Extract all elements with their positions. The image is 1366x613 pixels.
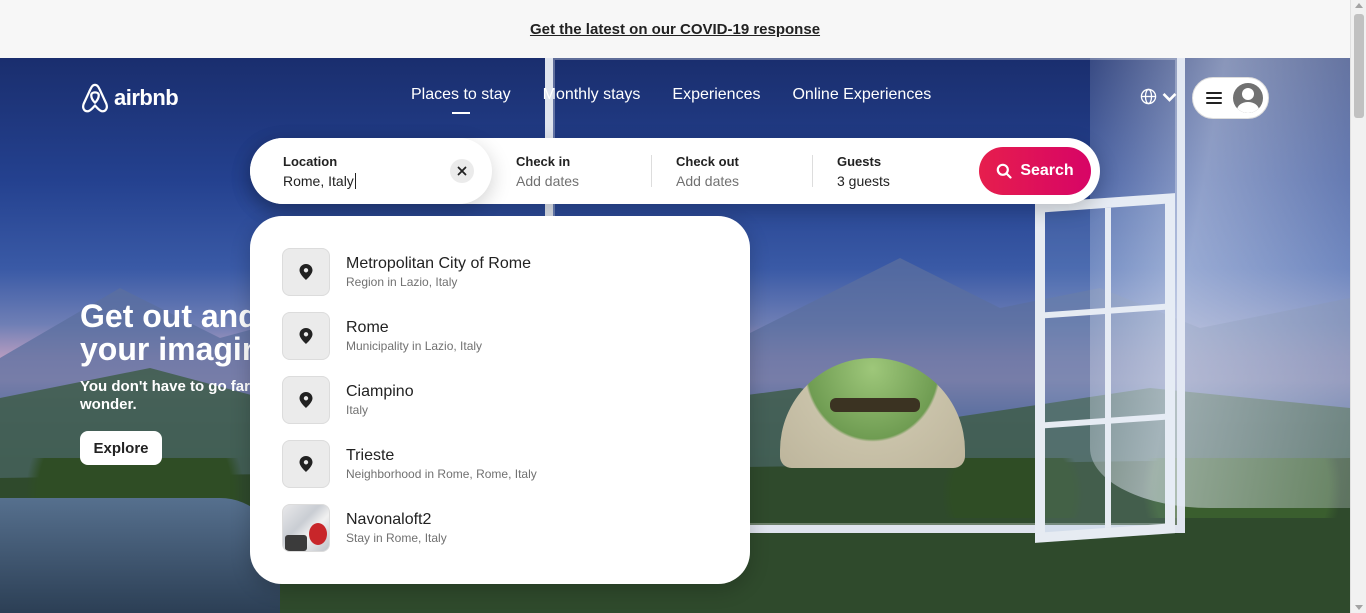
- user-menu-button[interactable]: [1192, 77, 1269, 119]
- search-button[interactable]: Search: [979, 147, 1091, 195]
- covid-banner: Get the latest on our COVID-19 response: [0, 0, 1350, 58]
- checkin-field[interactable]: Check in Add dates: [516, 138, 651, 204]
- suggestion-subtitle: Italy: [346, 403, 369, 417]
- explore-button[interactable]: Explore: [80, 431, 162, 465]
- suggestion-subtitle: Region in Lazio, Italy: [346, 275, 458, 289]
- guests-field[interactable]: Guests 3 guests: [837, 138, 977, 204]
- checkin-label: Check in: [516, 153, 571, 169]
- suggestion-item[interactable]: Navonaloft2 Stay in Rome, Italy: [282, 504, 750, 552]
- suggestion-title: Navonaloft2: [346, 511, 432, 528]
- suggestion-title: Ciampino: [346, 383, 414, 400]
- location-suggestions-dropdown: Metropolitan City of Rome Region in Lazi…: [250, 216, 750, 584]
- language-selector[interactable]: [1140, 88, 1178, 105]
- suggestion-subtitle: Municipality in Lazio, Italy: [346, 339, 483, 353]
- text-caret: [354, 172, 356, 189]
- airbnb-logo-icon: [82, 83, 108, 113]
- checkout-field[interactable]: Check out Add dates: [676, 138, 811, 204]
- location-pin-icon: [282, 312, 330, 360]
- nav-monthly-stays[interactable]: Monthly stays: [543, 86, 641, 112]
- suggestion-subtitle: Neighborhood in Rome, Rome, Italy: [346, 467, 537, 481]
- location-pin-icon: [282, 440, 330, 488]
- site-header: airbnb Places to stay Monthly stays Expe…: [0, 58, 1350, 138]
- chevron-down-icon: [1162, 92, 1177, 102]
- globe-icon: [1140, 88, 1157, 105]
- listing-photo-thumbnail: [282, 504, 330, 552]
- close-icon: [457, 166, 467, 176]
- location-pin-icon: [282, 376, 330, 424]
- airbnb-logo[interactable]: airbnb: [80, 82, 179, 114]
- location-input-value: Rome, Italy: [283, 172, 354, 189]
- hero-heading-line-1: Get out and: [80, 300, 258, 334]
- divider: [651, 155, 652, 187]
- page-scrollbar[interactable]: [1350, 0, 1366, 613]
- suggestion-item[interactable]: Metropolitan City of Rome Region in Lazi…: [282, 248, 750, 296]
- checkout-label: Check out: [676, 153, 739, 169]
- hamburger-menu-icon: [1206, 92, 1222, 104]
- guests-value: 3 guests: [837, 172, 890, 189]
- search-button-label: Search: [1020, 162, 1074, 179]
- suggestion-subtitle: Stay in Rome, Italy: [346, 531, 447, 545]
- search-bar: Location Rome, Italy Check in Add dates …: [250, 138, 1100, 204]
- nav-places-to-stay[interactable]: Places to stay: [411, 86, 511, 112]
- nav-experiences[interactable]: Experiences: [672, 86, 760, 112]
- search-icon: [997, 163, 1012, 179]
- scroll-down-arrow-icon[interactable]: [1355, 605, 1363, 610]
- scrollbar-thumb[interactable]: [1354, 14, 1364, 118]
- location-pin-icon: [282, 248, 330, 296]
- lake-decoration: [0, 498, 280, 613]
- suggestion-item[interactable]: Rome Municipality in Lazio, Italy: [282, 312, 750, 360]
- covid-response-link[interactable]: Get the latest on our COVID-19 response: [530, 21, 820, 38]
- scroll-up-arrow-icon[interactable]: [1355, 3, 1363, 8]
- brand-wordmark: airbnb: [114, 85, 179, 110]
- avatar-icon: [1233, 83, 1263, 113]
- suggestion-item[interactable]: Ciampino Italy: [282, 376, 750, 424]
- nav-online-experiences[interactable]: Online Experiences: [792, 86, 931, 112]
- guests-label: Guests: [837, 153, 882, 169]
- divider: [812, 155, 813, 187]
- suggestion-title: Metropolitan City of Rome: [346, 255, 531, 272]
- checkin-placeholder: Add dates: [516, 172, 580, 189]
- suggestion-title: Rome: [346, 319, 389, 336]
- main-nav: Places to stay Monthly stays Experiences…: [411, 86, 931, 112]
- suggestion-item[interactable]: Trieste Neighborhood in Rome, Rome, Ital…: [282, 440, 750, 488]
- suggestion-title: Trieste: [346, 447, 395, 464]
- checkout-placeholder: Add dates: [676, 172, 740, 189]
- clear-location-button[interactable]: [450, 159, 474, 183]
